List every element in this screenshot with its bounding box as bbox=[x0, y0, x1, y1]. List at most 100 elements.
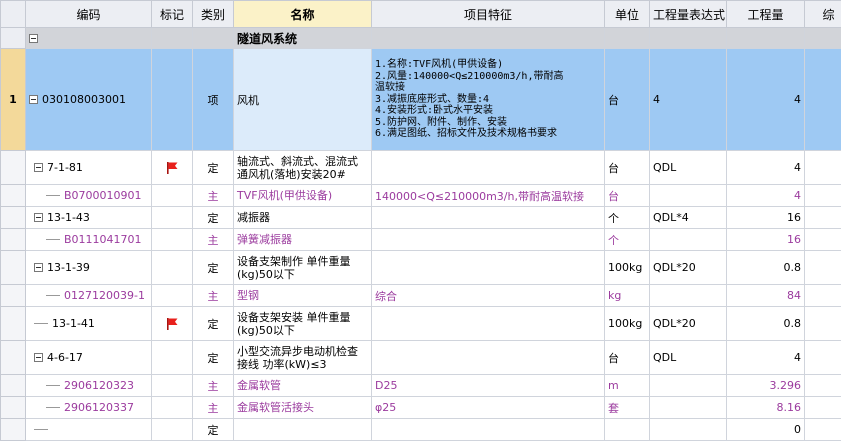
code-cell[interactable]: 030108003001 bbox=[25, 48, 152, 151]
code-cell[interactable]: 13-1-41 bbox=[25, 306, 152, 341]
features-cell[interactable] bbox=[371, 206, 605, 229]
name-cell[interactable]: 设备支架安装 单件重量(kg)50以下 bbox=[233, 306, 372, 341]
mark-cell[interactable] bbox=[151, 206, 193, 229]
mark-cell[interactable] bbox=[151, 374, 193, 397]
name-cell[interactable]: 弹簧减振器 bbox=[233, 228, 372, 251]
extra-cell[interactable] bbox=[804, 206, 841, 229]
category-cell[interactable]: 定 bbox=[192, 250, 234, 285]
expression-cell[interactable] bbox=[649, 228, 727, 251]
mark-cell[interactable] bbox=[151, 340, 193, 375]
quantity-cell[interactable]: 4 bbox=[726, 184, 805, 207]
extra-cell[interactable] bbox=[804, 306, 841, 341]
header-unit[interactable]: 单位 bbox=[604, 0, 650, 28]
unit-cell[interactable]: 台 bbox=[604, 150, 650, 185]
quantity-cell[interactable]: 0 bbox=[726, 418, 805, 441]
row-number[interactable] bbox=[0, 228, 26, 251]
quantity-cell[interactable]: 8.16 bbox=[726, 396, 805, 419]
material-row[interactable]: B0700010901 主 TVF风机(甲供设备) 140000<Q≤210000m3… bbox=[0, 184, 841, 207]
quota-row[interactable]: 定0 bbox=[0, 418, 841, 441]
row-number[interactable] bbox=[0, 206, 26, 229]
collapse-toggle-icon[interactable] bbox=[34, 263, 43, 272]
category-cell[interactable]: 主 bbox=[192, 184, 234, 207]
header-mark[interactable]: 标记 bbox=[151, 0, 193, 28]
name-cell[interactable]: TVF风机(甲供设备) bbox=[233, 184, 372, 207]
row-number[interactable] bbox=[0, 250, 26, 285]
mark-cell[interactable] bbox=[151, 418, 193, 441]
features-cell[interactable]: 综合 bbox=[371, 284, 605, 307]
quantity-cell[interactable]: 16 bbox=[726, 206, 805, 229]
extra-cell[interactable] bbox=[804, 184, 841, 207]
expression-cell[interactable] bbox=[649, 184, 727, 207]
quota-row[interactable]: 13-1-43 定减振器 个 QDL*4 16 bbox=[0, 206, 841, 229]
extra-cell[interactable] bbox=[804, 48, 841, 151]
features-cell[interactable]: φ25 bbox=[371, 396, 605, 419]
mark-cell[interactable] bbox=[151, 228, 193, 251]
mark-cell[interactable] bbox=[151, 150, 193, 185]
header-category[interactable]: 类别 bbox=[192, 0, 234, 28]
row-number[interactable] bbox=[0, 418, 26, 441]
collapse-toggle-icon[interactable] bbox=[34, 353, 43, 362]
expression-cell[interactable]: QDL*20 bbox=[649, 306, 727, 341]
extra-cell[interactable] bbox=[804, 284, 841, 307]
code-cell[interactable] bbox=[25, 418, 152, 441]
code-cell[interactable]: B0111041701 bbox=[25, 228, 152, 251]
name-cell[interactable]: 金属软管 bbox=[233, 374, 372, 397]
quantity-cell[interactable]: 0.8 bbox=[726, 306, 805, 341]
row-number[interactable] bbox=[0, 284, 26, 307]
quota-row[interactable]: 7-1-81 定轴流式、斜流式、混流式通风机(落地)安装20# 台 QDL 4 bbox=[0, 150, 841, 185]
category-cell[interactable]: 定 bbox=[192, 306, 234, 341]
row-number[interactable] bbox=[0, 306, 26, 341]
quota-row[interactable]: 13-1-39 定设备支架制作 单件重量(kg)50以下 100kg QDL*20 0.… bbox=[0, 250, 841, 285]
material-row[interactable]: 2906120323 主金属软管 D25 m 3.296 bbox=[0, 374, 841, 397]
expression-cell[interactable]: QDL*4 bbox=[649, 206, 727, 229]
category-cell[interactable]: 主 bbox=[192, 284, 234, 307]
expression-cell[interactable]: QDL bbox=[649, 150, 727, 185]
features-cell[interactable] bbox=[371, 418, 605, 441]
unit-cell[interactable]: 个 bbox=[604, 206, 650, 229]
code-cell[interactable]: 2906120337 bbox=[25, 396, 152, 419]
category-cell[interactable]: 定 bbox=[192, 418, 234, 441]
extra-cell[interactable] bbox=[804, 250, 841, 285]
collapse-toggle-icon[interactable] bbox=[34, 163, 43, 172]
code-cell[interactable]: 13-1-43 bbox=[25, 206, 152, 229]
name-cell[interactable]: 设备支架制作 单件重量(kg)50以下 bbox=[233, 250, 372, 285]
mark-cell[interactable] bbox=[151, 184, 193, 207]
unit-cell[interactable] bbox=[604, 418, 650, 441]
unit-cell[interactable]: m bbox=[604, 374, 650, 397]
category-cell[interactable]: 主 bbox=[192, 228, 234, 251]
unit-cell[interactable]: 台 bbox=[604, 184, 650, 207]
quantity-cell[interactable]: 4 bbox=[726, 340, 805, 375]
row-number[interactable] bbox=[0, 150, 26, 185]
quantity-cell[interactable]: 0.8 bbox=[726, 250, 805, 285]
unit-cell[interactable]: kg bbox=[604, 284, 650, 307]
mark-cell[interactable] bbox=[151, 284, 193, 307]
extra-cell[interactable] bbox=[804, 150, 841, 185]
extra-cell[interactable] bbox=[804, 374, 841, 397]
expression-cell[interactable] bbox=[649, 284, 727, 307]
quantity-cell[interactable]: 3.296 bbox=[726, 374, 805, 397]
name-cell[interactable] bbox=[233, 418, 372, 441]
unit-cell[interactable]: 个 bbox=[604, 228, 650, 251]
expression-cell[interactable] bbox=[649, 396, 727, 419]
quota-row[interactable]: 13-1-41 定设备支架安装 单件重量(kg)50以下 100kg QDL*20 0.… bbox=[0, 306, 841, 341]
row-number[interactable] bbox=[0, 184, 26, 207]
features-cell[interactable] bbox=[371, 228, 605, 251]
row-number[interactable] bbox=[0, 396, 26, 419]
material-row[interactable]: 2906120337 主金属软管活接头 φ25 套 8.16 bbox=[0, 396, 841, 419]
name-cell[interactable]: 型钢 bbox=[233, 284, 372, 307]
quantity-cell[interactable]: 4 bbox=[726, 48, 805, 151]
material-row[interactable]: B0111041701 主弹簧减振器 个 16 bbox=[0, 228, 841, 251]
unit-cell[interactable]: 台 bbox=[604, 340, 650, 375]
features-cell[interactable]: 140000<Q≤210000m3/h,带耐高温软接 bbox=[371, 184, 605, 207]
section-row[interactable]: 隧道风系统 bbox=[0, 27, 841, 49]
features-cell[interactable] bbox=[371, 306, 605, 341]
header-name[interactable]: 名称 bbox=[233, 0, 372, 28]
expression-cell[interactable] bbox=[649, 374, 727, 397]
category-cell[interactable]: 定 bbox=[192, 150, 234, 185]
code-cell[interactable]: 4-6-17 bbox=[25, 340, 152, 375]
category-cell[interactable]: 项 bbox=[192, 48, 234, 151]
code-cell[interactable]: 0127120039-1 bbox=[25, 284, 152, 307]
material-row[interactable]: 0127120039-1 主型钢 综合 kg 84 bbox=[0, 284, 841, 307]
category-cell[interactable]: 主 bbox=[192, 374, 234, 397]
quantity-cell[interactable]: 4 bbox=[726, 150, 805, 185]
